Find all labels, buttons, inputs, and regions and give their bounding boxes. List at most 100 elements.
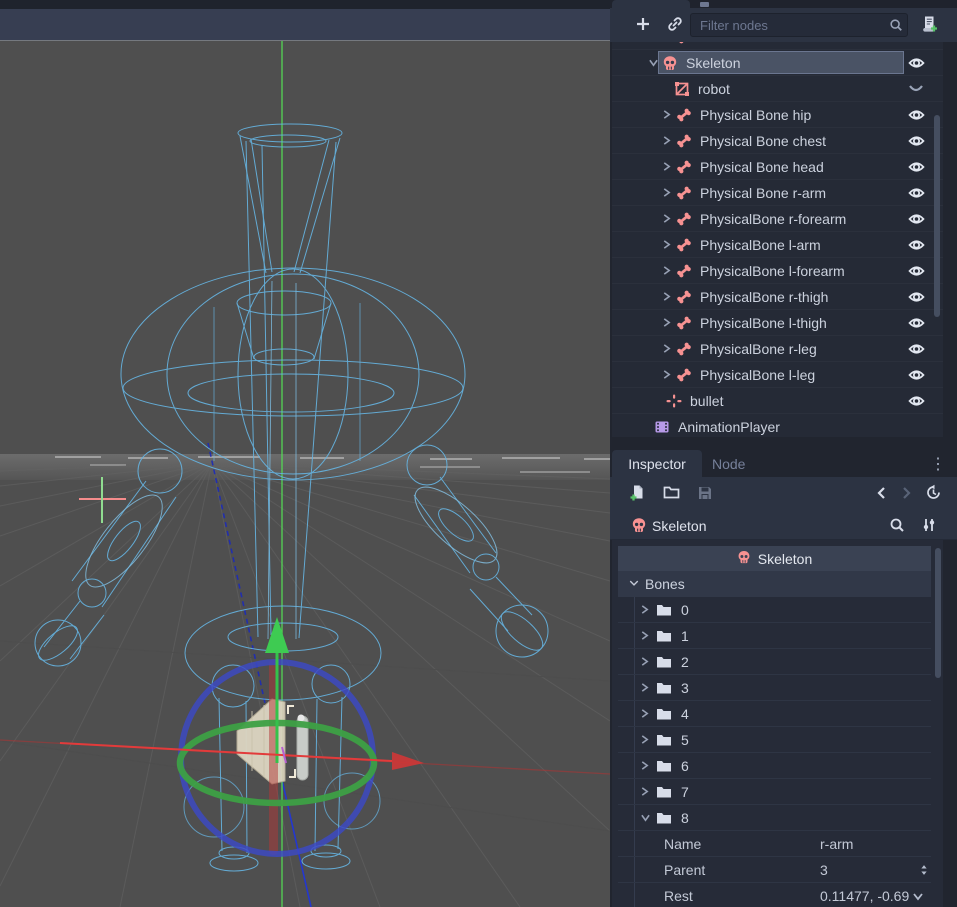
3d-viewport[interactable] — [0, 40, 610, 907]
tree-item-physicalbone-r-forearm[interactable]: PhysicalBone r-forearm — [612, 206, 943, 232]
history-back-button[interactable] — [868, 481, 894, 507]
folder-icon — [663, 485, 680, 503]
chevron-right-icon[interactable] — [662, 187, 676, 198]
inspector-content[interactable]: Skeleton Bones 012345678 Namer-armParent… — [612, 540, 943, 907]
chevron-down-icon[interactable] — [912, 888, 924, 904]
spinner-icon[interactable] — [918, 863, 930, 877]
chevron-right-icon[interactable] — [662, 239, 676, 250]
instance-scene-button[interactable] — [662, 12, 688, 38]
visibility-icon[interactable] — [908, 342, 925, 355]
sliders-icon — [921, 517, 937, 536]
chevron-right-icon[interactable] — [640, 682, 656, 693]
chevron-right-icon[interactable] — [640, 734, 656, 745]
visibility-icon[interactable] — [908, 368, 925, 381]
bone-icon — [676, 159, 693, 175]
section-bones[interactable]: Bones — [618, 571, 931, 597]
visibility-icon[interactable] — [908, 238, 925, 251]
visibility-icon[interactable] — [908, 42, 925, 43]
chevron-right-icon[interactable] — [662, 135, 676, 146]
property-value-text[interactable]: r-arm — [820, 836, 853, 852]
inspector-search-button[interactable] — [884, 513, 910, 539]
chevron-right-icon[interactable] — [662, 265, 676, 276]
visibility-icon[interactable] — [908, 212, 925, 225]
bone-folder-row-4[interactable]: 4 — [618, 701, 931, 727]
chevron-down-icon[interactable] — [648, 58, 662, 67]
property-tools-button[interactable] — [916, 513, 942, 539]
inspector-scrollbar[interactable] — [935, 548, 941, 678]
ground-grid — [0, 463, 610, 907]
history-forward-button[interactable] — [893, 481, 919, 507]
bone-folder-label: 4 — [681, 706, 689, 722]
property-value-text[interactable]: 3 — [820, 862, 828, 878]
visibility-icon[interactable] — [908, 264, 925, 277]
bone-folder-row-2[interactable]: 2 — [618, 649, 931, 675]
visibility-icon[interactable] — [908, 394, 925, 407]
save-resource-button[interactable] — [692, 481, 718, 507]
bone-folder-row-8[interactable]: 8 — [618, 805, 931, 831]
bone-folder-row-7[interactable]: 7 — [618, 779, 931, 805]
tree-item-physical-bone-r-arm[interactable]: Physical Bone r-arm — [612, 180, 943, 206]
tree-item-physicalbone-l-thigh[interactable]: PhysicalBone l-thigh — [612, 310, 943, 336]
chevron-right-icon[interactable] — [640, 630, 656, 641]
visibility-icon[interactable] — [908, 160, 925, 173]
filter-nodes-input[interactable] — [691, 18, 885, 33]
chevron-right-icon[interactable] — [640, 760, 656, 771]
property-value[interactable]: r-arm — [820, 836, 853, 852]
tab-inspector[interactable]: Inspector — [612, 450, 702, 477]
new-resource-button[interactable] — [624, 481, 650, 507]
chevron-right-icon[interactable] — [662, 317, 676, 328]
visibility-icon[interactable] — [908, 290, 925, 303]
chevron-right-icon[interactable] — [662, 343, 676, 354]
object-history-button[interactable] — [920, 481, 946, 507]
chevron-right-icon[interactable] — [662, 109, 676, 120]
chevron-right-icon[interactable] — [640, 604, 656, 615]
attach-script-button[interactable] — [916, 12, 942, 38]
load-resource-button[interactable] — [658, 481, 684, 507]
tree-item-physicalbone-r-leg[interactable]: PhysicalBone r-leg — [612, 336, 943, 362]
position-icon — [666, 393, 683, 409]
tree-item-animationplayer[interactable]: AnimationPlayer — [612, 414, 943, 437]
scene-tree-panel[interactable]: SkeletonrobotPhysical Bone hipPhysical B… — [612, 42, 943, 437]
bone-folder-label: 8 — [681, 810, 689, 826]
property-value-text[interactable]: 0.11477, -0.69 — [820, 888, 909, 904]
bone-folder-row-5[interactable]: 5 — [618, 727, 931, 753]
tree-item-skeleton[interactable]: Skeleton — [612, 50, 943, 76]
visibility-icon[interactable] — [908, 186, 925, 199]
tree-item-physicalbone-r-thigh[interactable]: PhysicalBone r-thigh — [612, 284, 943, 310]
bone-folder-row-1[interactable]: 1 — [618, 623, 931, 649]
tree-item-physical-bone-chest[interactable]: Physical Bone chest — [612, 128, 943, 154]
tree-item-physical-bone-hip[interactable]: Physical Bone hip — [612, 102, 943, 128]
filter-nodes-field[interactable] — [690, 13, 908, 37]
chevron-right-icon[interactable] — [662, 161, 676, 172]
chevron-right-icon[interactable] — [662, 291, 676, 302]
property-value[interactable]: 3 — [820, 862, 828, 878]
tree-item-physicalbone-l-leg[interactable]: PhysicalBone l-leg — [612, 362, 943, 388]
inspector-menu-button[interactable]: ⋮ — [928, 450, 948, 477]
add-node-button[interactable] — [630, 12, 656, 38]
bone-folder-row-6[interactable]: 6 — [618, 753, 931, 779]
chevron-down-icon[interactable] — [640, 813, 656, 822]
open-curve-icon[interactable] — [908, 83, 924, 95]
tab-node[interactable]: Node — [712, 450, 745, 477]
tree-item-physical-bone-head[interactable]: Physical Bone head — [612, 154, 943, 180]
scene-tree-scrollbar[interactable] — [934, 115, 940, 317]
chevron-right-icon[interactable] — [662, 369, 676, 380]
tree-item-physicalbone-l-forearm[interactable]: PhysicalBone l-forearm — [612, 258, 943, 284]
tree-item-bullet[interactable]: bullet — [612, 388, 943, 414]
tree-item-robot[interactable]: robot — [612, 76, 943, 102]
visibility-icon[interactable] — [908, 108, 925, 121]
folder-icon — [656, 811, 672, 825]
chevron-right-icon[interactable] — [640, 786, 656, 797]
property-value[interactable]: 0.11477, -0.69 — [820, 888, 924, 904]
visibility-icon[interactable] — [908, 56, 925, 69]
visibility-icon[interactable] — [908, 316, 925, 329]
visibility-icon[interactable] — [908, 134, 925, 147]
category-header[interactable]: Skeleton — [618, 546, 931, 571]
tree-item-physicalbone-l-arm[interactable]: PhysicalBone l-arm — [612, 232, 943, 258]
bone-folder-row-3[interactable]: 3 — [618, 675, 931, 701]
chevron-right-icon[interactable] — [640, 708, 656, 719]
chevron-right-icon[interactable] — [640, 656, 656, 667]
chevron-right-icon[interactable] — [662, 213, 676, 224]
bone-folder-row-0[interactable]: 0 — [618, 597, 931, 623]
bone-icon — [676, 367, 693, 383]
